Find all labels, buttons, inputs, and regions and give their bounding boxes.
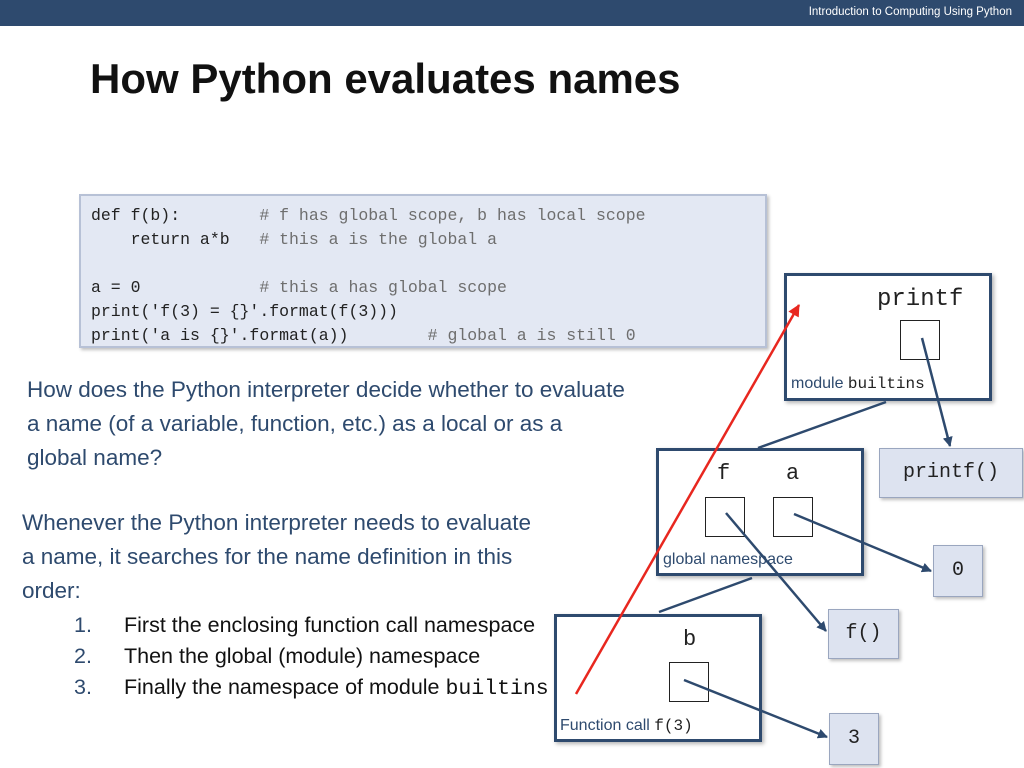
f-ref-arrow — [725, 512, 827, 632]
a-ref-arrow — [793, 512, 932, 573]
printf-ref-arrow — [920, 337, 953, 447]
b-ref-arrow — [683, 678, 828, 739]
search-order-arrow — [574, 304, 801, 695]
call-to-global-link — [658, 576, 753, 614]
diagram-arrows — [574, 304, 953, 739]
global-to-builtins-link — [757, 400, 887, 450]
